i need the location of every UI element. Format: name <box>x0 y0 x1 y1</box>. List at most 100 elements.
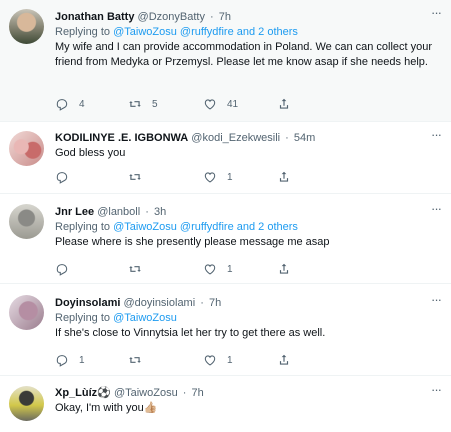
retweet-icon <box>129 174 141 180</box>
tweet[interactable]: KODILINYE .E. IGBONWA @kodi_Ezekwesili ·… <box>0 122 451 194</box>
tweet-header: Jonathan Batty @DzonyBatty · 7h <box>55 9 441 25</box>
tweet-actions: 1 1 <box>55 352 425 368</box>
avatar[interactable] <box>9 204 44 239</box>
tweet-text: My wife and I can provide accommodation … <box>55 41 433 68</box>
avatar[interactable] <box>9 386 44 421</box>
replying-to-label: Replying to <box>55 221 111 233</box>
more-options-icon[interactable]: ··· <box>427 383 445 401</box>
heart-icon <box>204 264 216 275</box>
tweet-header: Xp_Lùíz⚽ @TaiwoZosu · 7h <box>55 385 441 401</box>
timestamp[interactable]: 7h <box>209 297 221 309</box>
share-icon <box>279 263 289 274</box>
reply-icon <box>56 172 68 184</box>
tweet[interactable]: Jnr Lee @lanboll · 3h Replying to @Taiwo… <box>0 194 451 284</box>
reply-button[interactable] <box>55 169 79 185</box>
retweet-button[interactable] <box>128 352 152 368</box>
separator-dot: · <box>285 132 289 144</box>
more-options-icon[interactable]: ··· <box>427 202 445 220</box>
like-count: 1 <box>227 354 233 366</box>
mention-link[interactable]: @ruffydfire <box>180 26 234 38</box>
tweet-text: Please where is she presently please mes… <box>55 236 330 248</box>
retweet-count: 5 <box>152 98 158 110</box>
more-options-icon[interactable]: ··· <box>427 128 445 146</box>
username[interactable]: @TaiwoZosu <box>114 387 178 399</box>
share-button[interactable] <box>277 96 291 112</box>
mention-link[interactable]: @TaiwoZosu <box>113 312 177 324</box>
avatar[interactable] <box>9 131 44 166</box>
avatar[interactable] <box>9 295 44 330</box>
retweet-button[interactable] <box>128 169 152 185</box>
share-button[interactable] <box>277 352 291 368</box>
username[interactable]: @kodi_Ezekwesili <box>191 132 280 144</box>
tweet-header: KODILINYE .E. IGBONWA @kodi_Ezekwesili ·… <box>55 130 441 146</box>
separator-dot: · <box>145 206 149 218</box>
like-count: 1 <box>227 171 233 183</box>
tweet-text: God bless you <box>55 147 126 159</box>
tweet[interactable]: Doyinsolami @doyinsiolami · 7h Replying … <box>0 284 451 376</box>
replying-to-label: Replying to <box>55 312 111 324</box>
timestamp[interactable]: 3h <box>154 206 166 218</box>
username[interactable]: @DzonyBatty <box>138 11 205 23</box>
share-button[interactable] <box>277 169 291 185</box>
display-name[interactable]: Jonathan Batty <box>55 11 134 23</box>
heart-icon <box>204 172 216 183</box>
reply-icon <box>56 264 68 276</box>
mention-link[interactable]: @ruffydfire <box>180 221 234 233</box>
like-count: 41 <box>227 98 239 110</box>
replying-to: Replying to @TaiwoZosu @ruffydfire and 2… <box>55 220 441 235</box>
others-link[interactable]: and 2 others <box>237 221 298 233</box>
tweet-header: Jnr Lee @lanboll · 3h <box>55 204 441 220</box>
tweet-header: Doyinsolami @doyinsiolami · 7h <box>55 295 441 311</box>
username[interactable]: @doyinsiolami <box>123 297 195 309</box>
separator-dot: · <box>182 387 187 399</box>
retweet-button[interactable]: 5 <box>128 96 158 112</box>
share-icon <box>279 354 289 365</box>
mention-link[interactable]: @TaiwoZosu <box>113 26 177 38</box>
reply-button[interactable]: 1 <box>55 352 85 368</box>
heart-icon <box>204 99 216 110</box>
mention-link[interactable]: @TaiwoZosu <box>113 221 177 233</box>
like-button[interactable]: 1 <box>203 261 233 277</box>
display-name[interactable]: KODILINYE .E. IGBONWA <box>55 132 188 144</box>
timestamp[interactable]: 7h <box>219 11 231 23</box>
more-options-icon[interactable]: ··· <box>427 293 445 311</box>
tweet-text: Okay, I'm with you👍🏼 <box>55 402 158 414</box>
username[interactable]: @lanboll <box>97 206 140 218</box>
separator-dot: · <box>210 11 214 23</box>
tweet-actions: 1 <box>55 261 425 277</box>
reply-icon <box>56 99 68 111</box>
reply-button[interactable] <box>55 261 79 277</box>
tweet-actions: 4 5 41 <box>55 96 425 112</box>
replying-to: Replying to @TaiwoZosu @ruffydfire and 2… <box>55 25 441 40</box>
reply-button[interactable]: 4 <box>55 96 85 112</box>
heart-icon <box>204 355 216 366</box>
separator-dot: · <box>200 297 204 309</box>
tweet[interactable]: Xp_Lùíz⚽ @TaiwoZosu · 7h Okay, I'm with … <box>0 376 451 432</box>
reply-count: 1 <box>79 354 85 366</box>
share-button[interactable] <box>277 261 291 277</box>
share-icon <box>279 171 289 182</box>
reply-count: 4 <box>79 98 85 110</box>
display-name[interactable]: Jnr Lee <box>55 206 94 218</box>
tweet-text: If she's close to Vinnytsia let her try … <box>55 327 326 339</box>
retweet-icon <box>129 266 141 272</box>
retweet-icon <box>129 357 141 363</box>
tweet-actions: 1 <box>55 169 425 185</box>
like-button[interactable]: 41 <box>203 96 238 112</box>
like-button[interactable]: 1 <box>203 169 233 185</box>
like-count: 1 <box>227 263 233 275</box>
display-name[interactable]: Xp_Lùíz⚽ <box>55 387 111 399</box>
like-button[interactable]: 1 <box>203 352 233 368</box>
tweet[interactable]: Jonathan Batty @DzonyBatty · 7h Replying… <box>0 0 451 122</box>
avatar[interactable] <box>9 9 44 44</box>
others-link[interactable]: and 2 others <box>237 26 298 38</box>
replying-to-label: Replying to <box>55 26 111 38</box>
display-name[interactable]: Doyinsolami <box>55 297 120 309</box>
timestamp[interactable]: 7h <box>191 387 203 399</box>
retweet-button[interactable] <box>128 261 152 277</box>
share-icon <box>279 98 289 109</box>
replying-to: Replying to @TaiwoZosu <box>55 311 441 326</box>
more-options-icon[interactable]: ··· <box>427 6 445 24</box>
timestamp[interactable]: 54m <box>294 132 315 144</box>
reply-icon <box>56 355 68 367</box>
